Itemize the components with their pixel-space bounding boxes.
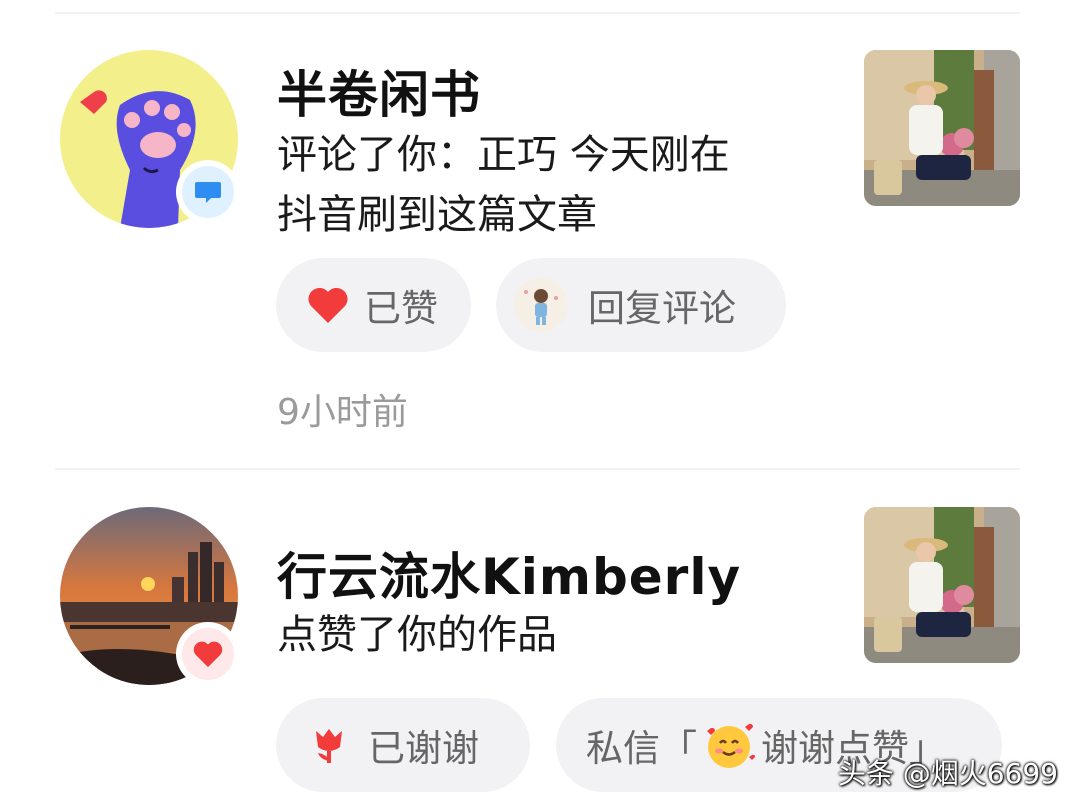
comment-badge xyxy=(176,160,240,224)
divider xyxy=(55,468,1020,470)
my-avatar-icon xyxy=(514,278,568,332)
comment-bubble-icon xyxy=(193,177,223,207)
like-badge xyxy=(176,622,240,686)
heart-icon xyxy=(192,639,224,669)
username[interactable]: 行云流水Kimberly xyxy=(277,537,741,609)
liked-button[interactable]: 已赞 xyxy=(276,258,471,352)
post-thumbnail[interactable] xyxy=(864,50,1020,206)
divider-top xyxy=(55,12,1020,14)
comment-line-1: 评论了你：正巧 今天刚在 xyxy=(277,132,730,178)
watermark: 头条 @烟火6699 xyxy=(837,757,1058,790)
thanked-button[interactable]: 已谢谢 xyxy=(276,698,530,792)
thanked-label: 已谢谢 xyxy=(368,727,479,770)
heart-icon xyxy=(306,285,350,325)
timestamp: 9小时前 xyxy=(277,392,408,433)
comment-text[interactable]: 评论了你：正巧 今天刚在 抖音刷到这篇文章 xyxy=(277,125,837,245)
liked-label: 已赞 xyxy=(364,287,438,330)
comment-line-2: 抖音刷到这篇文章 xyxy=(277,192,597,238)
smiling-face-with-hearts-icon xyxy=(701,719,757,771)
post-thumbnail[interactable] xyxy=(864,507,1020,663)
reply-comment-button[interactable]: 回复评论 xyxy=(496,258,786,352)
action-text: 点赞了你的作品 xyxy=(277,612,557,658)
username[interactable]: 半卷闲书 xyxy=(277,55,481,127)
tulip-icon xyxy=(310,725,348,765)
dm-label: 私信「 xyxy=(586,727,697,770)
reply-label: 回复评论 xyxy=(588,287,736,330)
